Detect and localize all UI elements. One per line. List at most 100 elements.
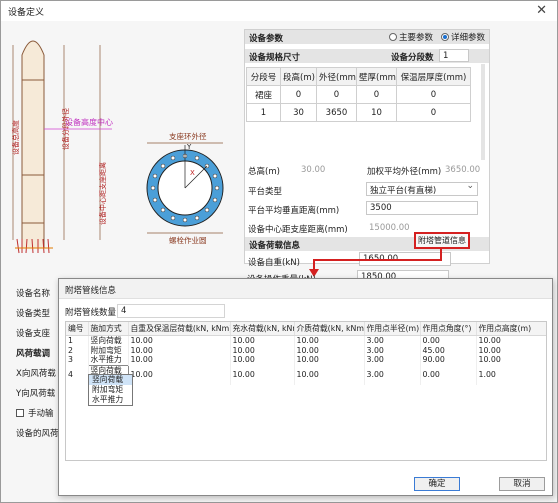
table-cell[interactable]: 10.00 <box>230 335 295 346</box>
support-ring-view: Y X <box>146 142 224 234</box>
table-cell[interactable]: 水平推力 <box>88 355 129 365</box>
table-cell[interactable]: 30 <box>280 103 317 122</box>
table-cell[interactable]: 0.00 <box>420 335 477 346</box>
table-row[interactable]: 裙座 0 0 0 0 <box>246 85 471 104</box>
device-schematic-drawing: 设备总高度 设备分段外径 设备中心距支座距离 设备高度中心 Y X 支座环外径 … <box>11 40 224 254</box>
table-cell[interactable]: 10.00 <box>476 335 546 346</box>
pipe-table-grid: 编号 施加方式 自重及保温层荷载(kN, kNm) 充水荷载(kN, kNm) … <box>66 322 546 386</box>
table-cell[interactable]: 10.00 <box>294 355 365 365</box>
dialog-title: 附塔管线信息 <box>59 279 552 299</box>
dim-label-platform-dist: 设备中心距支座距离 <box>98 162 107 225</box>
table-cell[interactable]: 1 <box>246 103 281 122</box>
dropdown-option[interactable]: 水平推力 <box>89 395 132 405</box>
device-definition-window: 设备定义 ✕ 设备总高度 设备分段外径 设备中心距支座距离 设备高度中心 Y X… <box>0 0 558 503</box>
table-cell[interactable]: 10.00 <box>128 335 231 346</box>
table-cell[interactable]: 裙座 <box>246 85 281 104</box>
table-cell[interactable]: 3.00 <box>364 355 421 365</box>
attach-pipe-button[interactable]: 附塔管道信息 <box>414 232 470 249</box>
self-weight-label: 设备自重(kN) <box>248 258 300 268</box>
table-cell[interactable]: 3650 <box>316 103 357 122</box>
window-title: 设备定义 <box>8 8 45 18</box>
table-cell[interactable]: 3 <box>66 355 89 365</box>
table-row[interactable]: 4 竖向荷载⌄ 10.00 10.00 10.00 3.00 0.00 1.00 <box>66 364 546 386</box>
segment-table-header: 分段号 段高(m) 外径(mm) 壁厚(mm) 保温层厚度(mm) <box>246 67 471 86</box>
size-header: 设备规格尺寸 设备分段数 1 <box>245 49 489 63</box>
table-scrollbar[interactable] <box>481 64 485 160</box>
dim-label-skirt-h: 设备总高度 <box>11 120 20 155</box>
pipe-count-input[interactable]: 4 <box>117 304 225 318</box>
dropdown-option[interactable]: 附加弯矩 <box>89 385 132 395</box>
table-cell[interactable]: 10.00 <box>230 365 295 385</box>
table-cell[interactable]: 3.00 <box>364 345 421 355</box>
center-dist-value: 15000.00 <box>369 223 410 233</box>
table-row[interactable]: 2 附加弯矩 10.00 10.00 10.00 3.00 45.00 10.0… <box>66 345 546 355</box>
device-params-panel: 设备参数 主要参数 详细参数 设备规格尺寸 设备分段数 1 分段号 段高(m) … <box>244 29 490 268</box>
cancel-button[interactable]: 取消 <box>499 477 545 491</box>
radio-detail-circle[interactable] <box>440 33 449 41</box>
table-cell[interactable]: 45.00 <box>420 345 477 355</box>
avg-diameter-label: 加权平均外径(mm) <box>367 167 442 177</box>
table-row[interactable]: 1 竖向荷载 10.00 10.00 10.00 3.00 0.00 10.00 <box>66 335 546 346</box>
table-cell[interactable]: 3.00 <box>364 365 421 385</box>
table-cell[interactable]: 10.00 <box>294 335 365 346</box>
table-cell[interactable]: 0 <box>280 85 317 104</box>
pipe-count-label: 附塔管线数量 <box>65 308 117 318</box>
radio-main-params[interactable]: 主要参数 <box>388 31 433 43</box>
dropdown-option[interactable]: 竖向荷载 <box>89 375 132 385</box>
table-cell[interactable]: 0 <box>356 85 397 104</box>
table-cell[interactable]: 2 <box>66 345 89 355</box>
avg-diameter-value: 3650.00 <box>445 165 481 175</box>
params-header: 设备参数 主要参数 详细参数 <box>245 30 489 44</box>
total-height-value: 30.00 <box>301 165 326 175</box>
table-cell[interactable]: 0 <box>396 103 471 122</box>
platform-dist-input[interactable]: 3500 <box>366 201 478 215</box>
table-cell[interactable]: 10.00 <box>128 355 231 365</box>
table-cell[interactable]: 10.00 <box>476 345 546 355</box>
ring-label-support: 支座环外径 <box>169 131 207 141</box>
table-cell[interactable]: 10.00 <box>230 345 295 355</box>
table-cell[interactable]: 竖向荷载 <box>88 335 129 346</box>
table-cell[interactable]: 1.00 <box>476 365 546 385</box>
table-cell[interactable]: 0 <box>396 85 471 104</box>
platform-type-select[interactable]: 独立平台(有直梯) <box>366 182 478 196</box>
pipe-col-6: 作用点角度(°) <box>420 322 477 336</box>
wind-adjust-label: 风荷载调 <box>16 349 51 359</box>
table-row[interactable]: 1 30 3650 10 0 <box>246 103 471 122</box>
pipe-col-4: 介质荷载(kN, kNm) <box>294 322 365 336</box>
manual-input-label: 手动输 <box>28 409 54 419</box>
table-cell[interactable]: 10.00 <box>128 345 231 355</box>
radio-main-circle[interactable] <box>388 33 397 41</box>
table-cell[interactable]: 10.00 <box>128 365 231 385</box>
table-cell[interactable]: 附加弯矩 <box>88 345 129 355</box>
close-icon[interactable]: ✕ <box>536 3 547 18</box>
pipe-col-3: 充水荷载(kN, kNm) <box>230 322 295 336</box>
device-name-label: 设备名称 <box>16 289 51 299</box>
table-cell[interactable]: 10 <box>356 103 397 122</box>
seg-count-input[interactable]: 1 <box>439 49 469 62</box>
attach-pipe-dialog: 附塔管线信息 附塔管线数量 4 编号 施加方式 自重及保温层荷载(kN, kNm… <box>58 278 553 496</box>
pipe-col-5: 作用点半径(m) <box>364 322 421 336</box>
callout-line-h <box>313 259 442 261</box>
manual-input-checkbox[interactable]: 手动输 <box>16 407 54 419</box>
center-dist-label: 设备中心距支座距离(mm) <box>248 225 348 235</box>
total-height-label: 总高(m) <box>248 167 280 177</box>
table-cell[interactable]: 10.00 <box>476 355 546 365</box>
table-cell[interactable]: 4 <box>66 365 89 385</box>
tower-outline <box>21 40 45 249</box>
ok-button[interactable]: 确定 <box>414 477 460 491</box>
pipe-col-1: 施加方式 <box>88 322 129 336</box>
table-row[interactable]: 3 水平推力 10.00 10.00 10.00 3.00 90.00 10.0… <box>66 355 546 365</box>
table-cell[interactable]: 10.00 <box>294 345 365 355</box>
pipe-table-header: 编号 施加方式 自重及保温层荷载(kN, kNm) 充水荷载(kN, kNm) … <box>66 322 546 336</box>
table-cell[interactable]: 1 <box>66 335 89 346</box>
table-cell[interactable]: 90.00 <box>420 355 477 365</box>
table-cell[interactable]: 0.00 <box>420 365 477 385</box>
axis-label-y: Y <box>186 143 192 151</box>
table-cell[interactable]: 10.00 <box>294 365 365 385</box>
table-cell[interactable]: 0 <box>316 85 357 104</box>
table-cell[interactable]: 3.00 <box>364 335 421 346</box>
seg-col-2: 外径(mm) <box>316 67 357 86</box>
table-cell[interactable]: 10.00 <box>230 355 295 365</box>
radio-detail-params[interactable]: 详细参数 <box>440 31 485 43</box>
checkbox-box[interactable] <box>16 409 24 417</box>
